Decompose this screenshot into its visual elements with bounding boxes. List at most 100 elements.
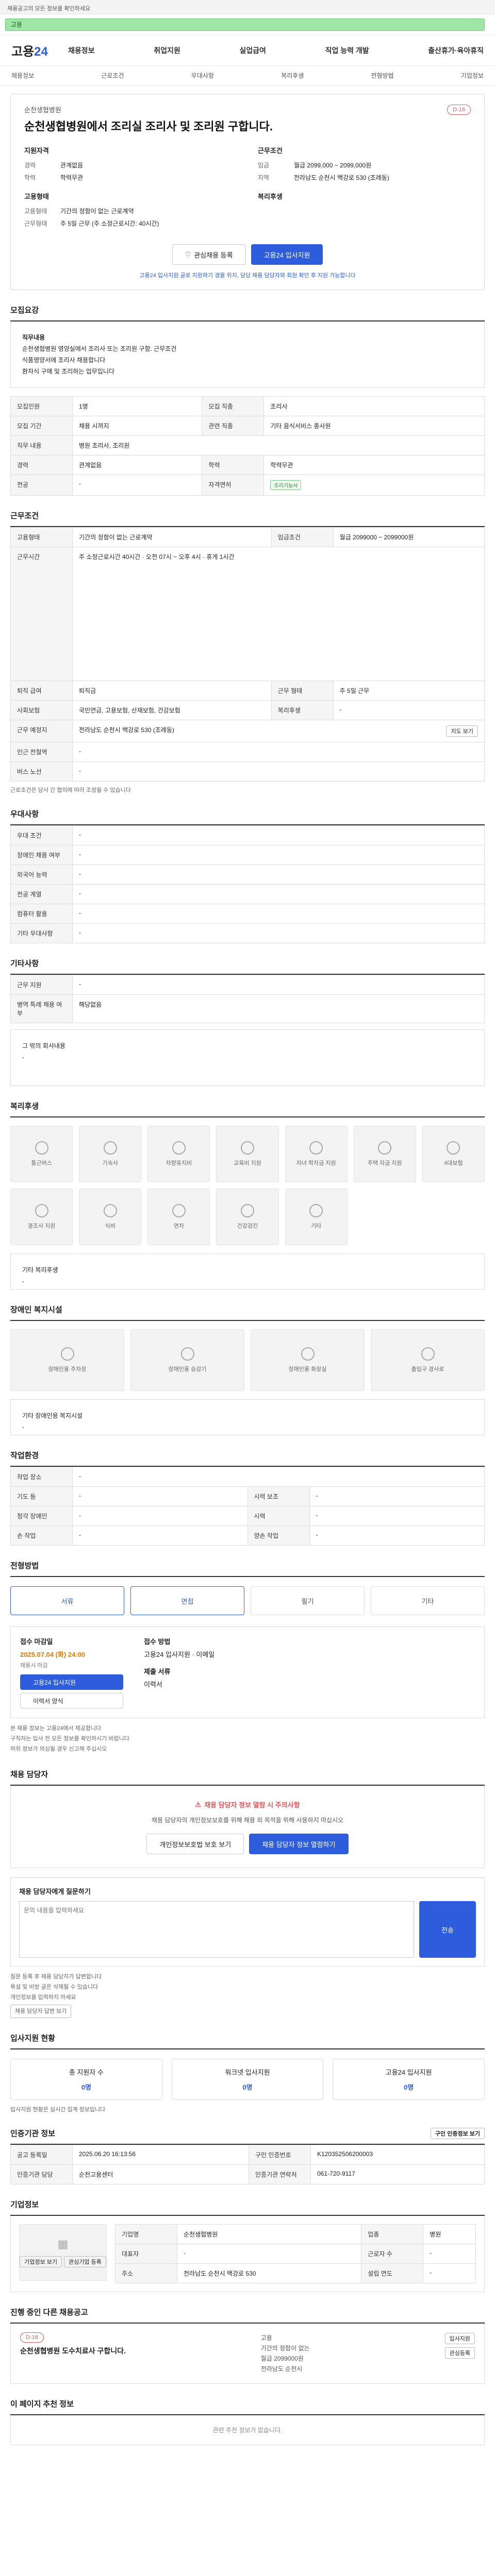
cell-val: - (423, 2244, 476, 2264)
disabled-label: 출입구 경사로 (411, 1366, 444, 1372)
subnav-item[interactable]: 복리후생 (281, 71, 304, 80)
menu-item-support[interactable]: 취업지원 (154, 45, 180, 56)
global-nav: 고용24 채용정보 취업지원 실업급여 직업 능력 개발 출산휴가·육아휴직 (0, 35, 495, 66)
kv-key: 경력 (24, 162, 36, 169)
recruit-line: 식품영양서에 조리사 채용합니다 (22, 357, 106, 364)
kv-key: 임금 (258, 162, 270, 169)
welfare-label: 연차 (173, 1223, 184, 1229)
welfare-item: 교육비 지원 (216, 1126, 279, 1182)
related-apply-button[interactable]: 입사지원 (444, 2333, 475, 2344)
inquiry-notes: 질문 등록 후 채용 담당자가 답변합니다 욕설 및 비방 글은 삭제될 수 있… (10, 1972, 485, 2018)
subnav-item[interactable]: 채용정보 (11, 71, 34, 80)
status-box: 워크넷 입사지원 0명 (171, 2059, 324, 2100)
cell-val: - (72, 474, 203, 496)
car-icon (172, 1141, 186, 1155)
related-title[interactable]: 순천생협병원 도수치료사 구합니다. (20, 2346, 126, 2356)
view-manager-button[interactable]: 채용 담당자 정보 열람하기 (249, 1834, 349, 1854)
etc-detail: 그 밖의 회사내용 - (10, 1029, 485, 1086)
manager-warning-text: 채용 담당자 정보 열람 시 주의사항 (204, 1801, 300, 1809)
menu-item-jobs[interactable]: 채용정보 (68, 45, 95, 56)
save-job-button[interactable]: ♡ 관심채용 등록 (172, 244, 246, 265)
recruit-section: 모집요강 직무내용 순천생협병원 영양실에서 조리사 또는 조리원 구함. 근무… (10, 304, 485, 496)
cell-val: 퇴직금 (72, 681, 272, 701)
status-box: 총 지원자 수 0명 (10, 2059, 162, 2100)
recommend-empty: 관련 추천 정보가 없습니다. (10, 2415, 485, 2445)
cell-val: 순천고용센터 (72, 2164, 249, 2184)
related-save-button[interactable]: 관심등록 (444, 2347, 475, 2359)
related-section: 진행 중인 다른 채용공고 D-16 순천생협병원 도수치료사 구합니다. 고용… (10, 2307, 485, 2384)
other-title: 인증기관 정보 (10, 2129, 55, 2138)
company-info-button[interactable]: 기업정보 보기 (20, 2256, 62, 2267)
subnav-item[interactable]: 우대사항 (191, 71, 214, 80)
disabled-item: 장애인용 승강기 (130, 1329, 244, 1391)
elevator-icon (180, 1347, 194, 1361)
status-label: 총 지원자 수 (69, 2069, 104, 2076)
welfare-item: 4대보험 (422, 1126, 485, 1182)
other-table: 공고 등록일 2025.06.20 16:13:56 구인 인증번호 K1203525… (10, 2145, 485, 2184)
map-button[interactable]: 지도 보기 (446, 725, 478, 737)
cell-key: 퇴직 급여 (10, 681, 73, 701)
cell-key: 고용형태 (10, 527, 73, 547)
cell-val: - (309, 1506, 485, 1526)
cell-val: 순천생협병원 (176, 2224, 362, 2244)
heart-icon: ♡ (185, 250, 191, 258)
more-icon (309, 1204, 323, 1217)
etc-table: 근무 지원 - 병역 특례 채용 여부 해당없음 (10, 975, 485, 1023)
cell-key: 손 작업 (10, 1526, 73, 1546)
inquiry-answers-link[interactable]: 채용 담당자 답변 보기 (10, 2005, 72, 2018)
inquiry-note: 질문 등록 후 채용 담당자가 답변합니다 (10, 1974, 102, 1980)
subnav-item[interactable]: 근로조건 (101, 71, 124, 80)
privacy-law-button[interactable]: 개인정보보호법 보호 보기 (146, 1834, 244, 1854)
menu-item-leave[interactable]: 출산휴가·육아휴직 (428, 45, 484, 56)
welfare-item: 기타 (285, 1189, 348, 1245)
section-title: 기타사항 (10, 958, 485, 975)
license-tag: 조리기능사 (270, 480, 302, 490)
job-summary-card: 순천생협병원 순천생협병원에서 조리실 조리사 및 조리원 구합니다. D-16… (10, 94, 485, 290)
related-meta-item: 전라남도 순천시 (260, 2365, 303, 2372)
dday-badge: D-16 (447, 105, 471, 115)
footer-space (0, 2445, 495, 2528)
cert-info-button[interactable]: 구인 인증정보 보기 (430, 2128, 485, 2139)
subnav-item[interactable]: 기업정보 (461, 71, 484, 80)
company-follow-button[interactable]: 관심기업 등록 (64, 2256, 106, 2267)
menu-item-training[interactable]: 직업 능력 개발 (325, 45, 369, 56)
cell-key: 직무 내용 (10, 435, 73, 455)
process-note: 본 채용 정보는 고용24에서 제공합니다 (10, 1725, 102, 1732)
meal-icon (103, 1204, 117, 1217)
menu-item-benefit[interactable]: 실업급여 (239, 45, 266, 56)
resume-form-button[interactable]: 이력서 양식 (20, 1693, 123, 1708)
gift-icon (35, 1204, 48, 1217)
docs-label: 제출 서류 (144, 1668, 171, 1675)
related-meta-item: 기간의 정함이 없는 (260, 2345, 310, 2352)
cell-key: 임금조건 (271, 527, 334, 547)
apply-button-2[interactable]: 고용24 입사지원 (20, 1674, 123, 1690)
welfare-label: 식비 (105, 1223, 116, 1229)
step-interview: 면접 (130, 1586, 244, 1615)
logo[interactable]: 고용24 (11, 41, 68, 59)
apply-button[interactable]: 고용24 입사지원 (251, 244, 323, 265)
welfare-grid: 통근버스 기숙사 차량유지비 교육비 지원 자녀 학자금 지원 주택 자금 지원… (10, 1126, 485, 1245)
inquiry-input[interactable] (19, 1901, 414, 1958)
inquiry-submit-button[interactable]: 전송 (419, 1901, 476, 1958)
company-name[interactable]: 순천생협병원 (24, 105, 273, 114)
banner-pill[interactable]: 고용 (5, 18, 485, 31)
related-item[interactable]: D-16 순천생협병원 도수치료사 구합니다. 고용 기간의 정함이 없는 월급… (10, 2324, 485, 2384)
inquiry-title: 채용 담당자에게 질문하기 (19, 1888, 91, 1895)
workenv-table: 작업 장소 - 기도 등 - 시력 보조 - 청각 장애인 - 시력 - 손 작업 - 양손 작업… (10, 1467, 485, 1546)
cell-key: 시력 보조 (247, 1486, 310, 1506)
cell-val: - (72, 1486, 248, 1506)
cell-key: 인증기관 담당 (10, 2164, 73, 2184)
process-note: 허위 정보가 의심될 경우 신고해 주십시오 (10, 1746, 107, 1752)
cell-key: 양손 작업 (247, 1526, 310, 1546)
cell-val: - (72, 923, 485, 943)
cell-key: 모집 기간 (10, 416, 73, 436)
subnav-item[interactable]: 전형방법 (371, 71, 393, 80)
disabled-label: 장애인용 주차장 (48, 1366, 87, 1372)
section-label: 복리후생 (258, 193, 283, 200)
kv-val: 전라남도 순천시 백강로 530 (조례동) (294, 174, 389, 181)
green-banner: 고용 (0, 14, 495, 35)
cell-key: 학력 (202, 455, 265, 475)
welfare-item: 경조사 지원 (10, 1189, 73, 1245)
cell-val: - (72, 1526, 248, 1546)
cell-val: - (72, 1506, 248, 1526)
